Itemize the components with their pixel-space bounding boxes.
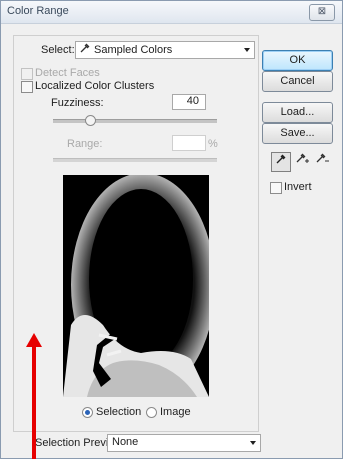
fuzziness-input[interactable]: 40	[172, 94, 206, 110]
range-label: Range:	[67, 138, 103, 150]
ok-button[interactable]: OK	[262, 50, 333, 71]
annotation-arrow-line	[32, 343, 36, 459]
color-range-dialog: Color Range ⊠ Select: Sampled Colors Det…	[0, 0, 343, 459]
selection-preview-dropdown[interactable]: None	[107, 434, 261, 452]
chevron-down-icon	[250, 441, 256, 445]
range-input[interactable]	[172, 135, 206, 151]
save-button[interactable]: Save...	[262, 123, 333, 144]
select-dropdown[interactable]: Sampled Colors	[75, 41, 255, 59]
eyedropper-icon	[275, 154, 287, 168]
title-bar: Color Range ⊠	[1, 1, 342, 24]
eyedropper-plus-icon	[295, 153, 309, 167]
eyedropper-add-tool[interactable]	[293, 152, 311, 170]
localized-clusters-checkbox[interactable]	[21, 81, 33, 93]
eyedropper-icon	[80, 43, 90, 56]
selection-radio[interactable]	[82, 407, 93, 418]
cancel-button[interactable]: Cancel	[262, 71, 333, 92]
image-radio-label: Image	[160, 406, 191, 418]
detect-faces-label: Detect Faces	[35, 67, 100, 79]
radio-selected-dot	[85, 410, 90, 415]
range-unit: %	[208, 138, 218, 150]
selection-preview-value: None	[112, 436, 139, 448]
select-label: Select:	[41, 44, 75, 56]
fuzziness-slider-thumb[interactable]	[85, 115, 96, 126]
mask-preview-image	[63, 175, 209, 397]
close-icon: ⊠	[317, 6, 327, 17]
detect-faces-checkbox[interactable]	[21, 68, 33, 80]
fuzziness-label: Fuzziness:	[51, 97, 104, 109]
chevron-down-icon	[244, 48, 250, 52]
eyedropper-minus-icon	[315, 153, 329, 167]
load-button[interactable]: Load...	[262, 102, 333, 123]
invert-label: Invert	[284, 181, 312, 193]
localized-clusters-label: Localized Color Clusters	[35, 80, 155, 92]
invert-checkbox[interactable]	[270, 182, 282, 194]
range-slider[interactable]	[53, 158, 217, 162]
eyedropper-tool[interactable]	[271, 152, 291, 172]
close-button[interactable]: ⊠	[309, 4, 335, 21]
fuzziness-slider[interactable]	[53, 119, 217, 123]
eyedropper-subtract-tool[interactable]	[313, 152, 331, 170]
dialog-title: Color Range	[7, 5, 69, 17]
image-radio[interactable]	[146, 407, 157, 418]
selection-radio-label: Selection	[96, 406, 142, 418]
select-value: Sampled Colors	[80, 43, 172, 56]
